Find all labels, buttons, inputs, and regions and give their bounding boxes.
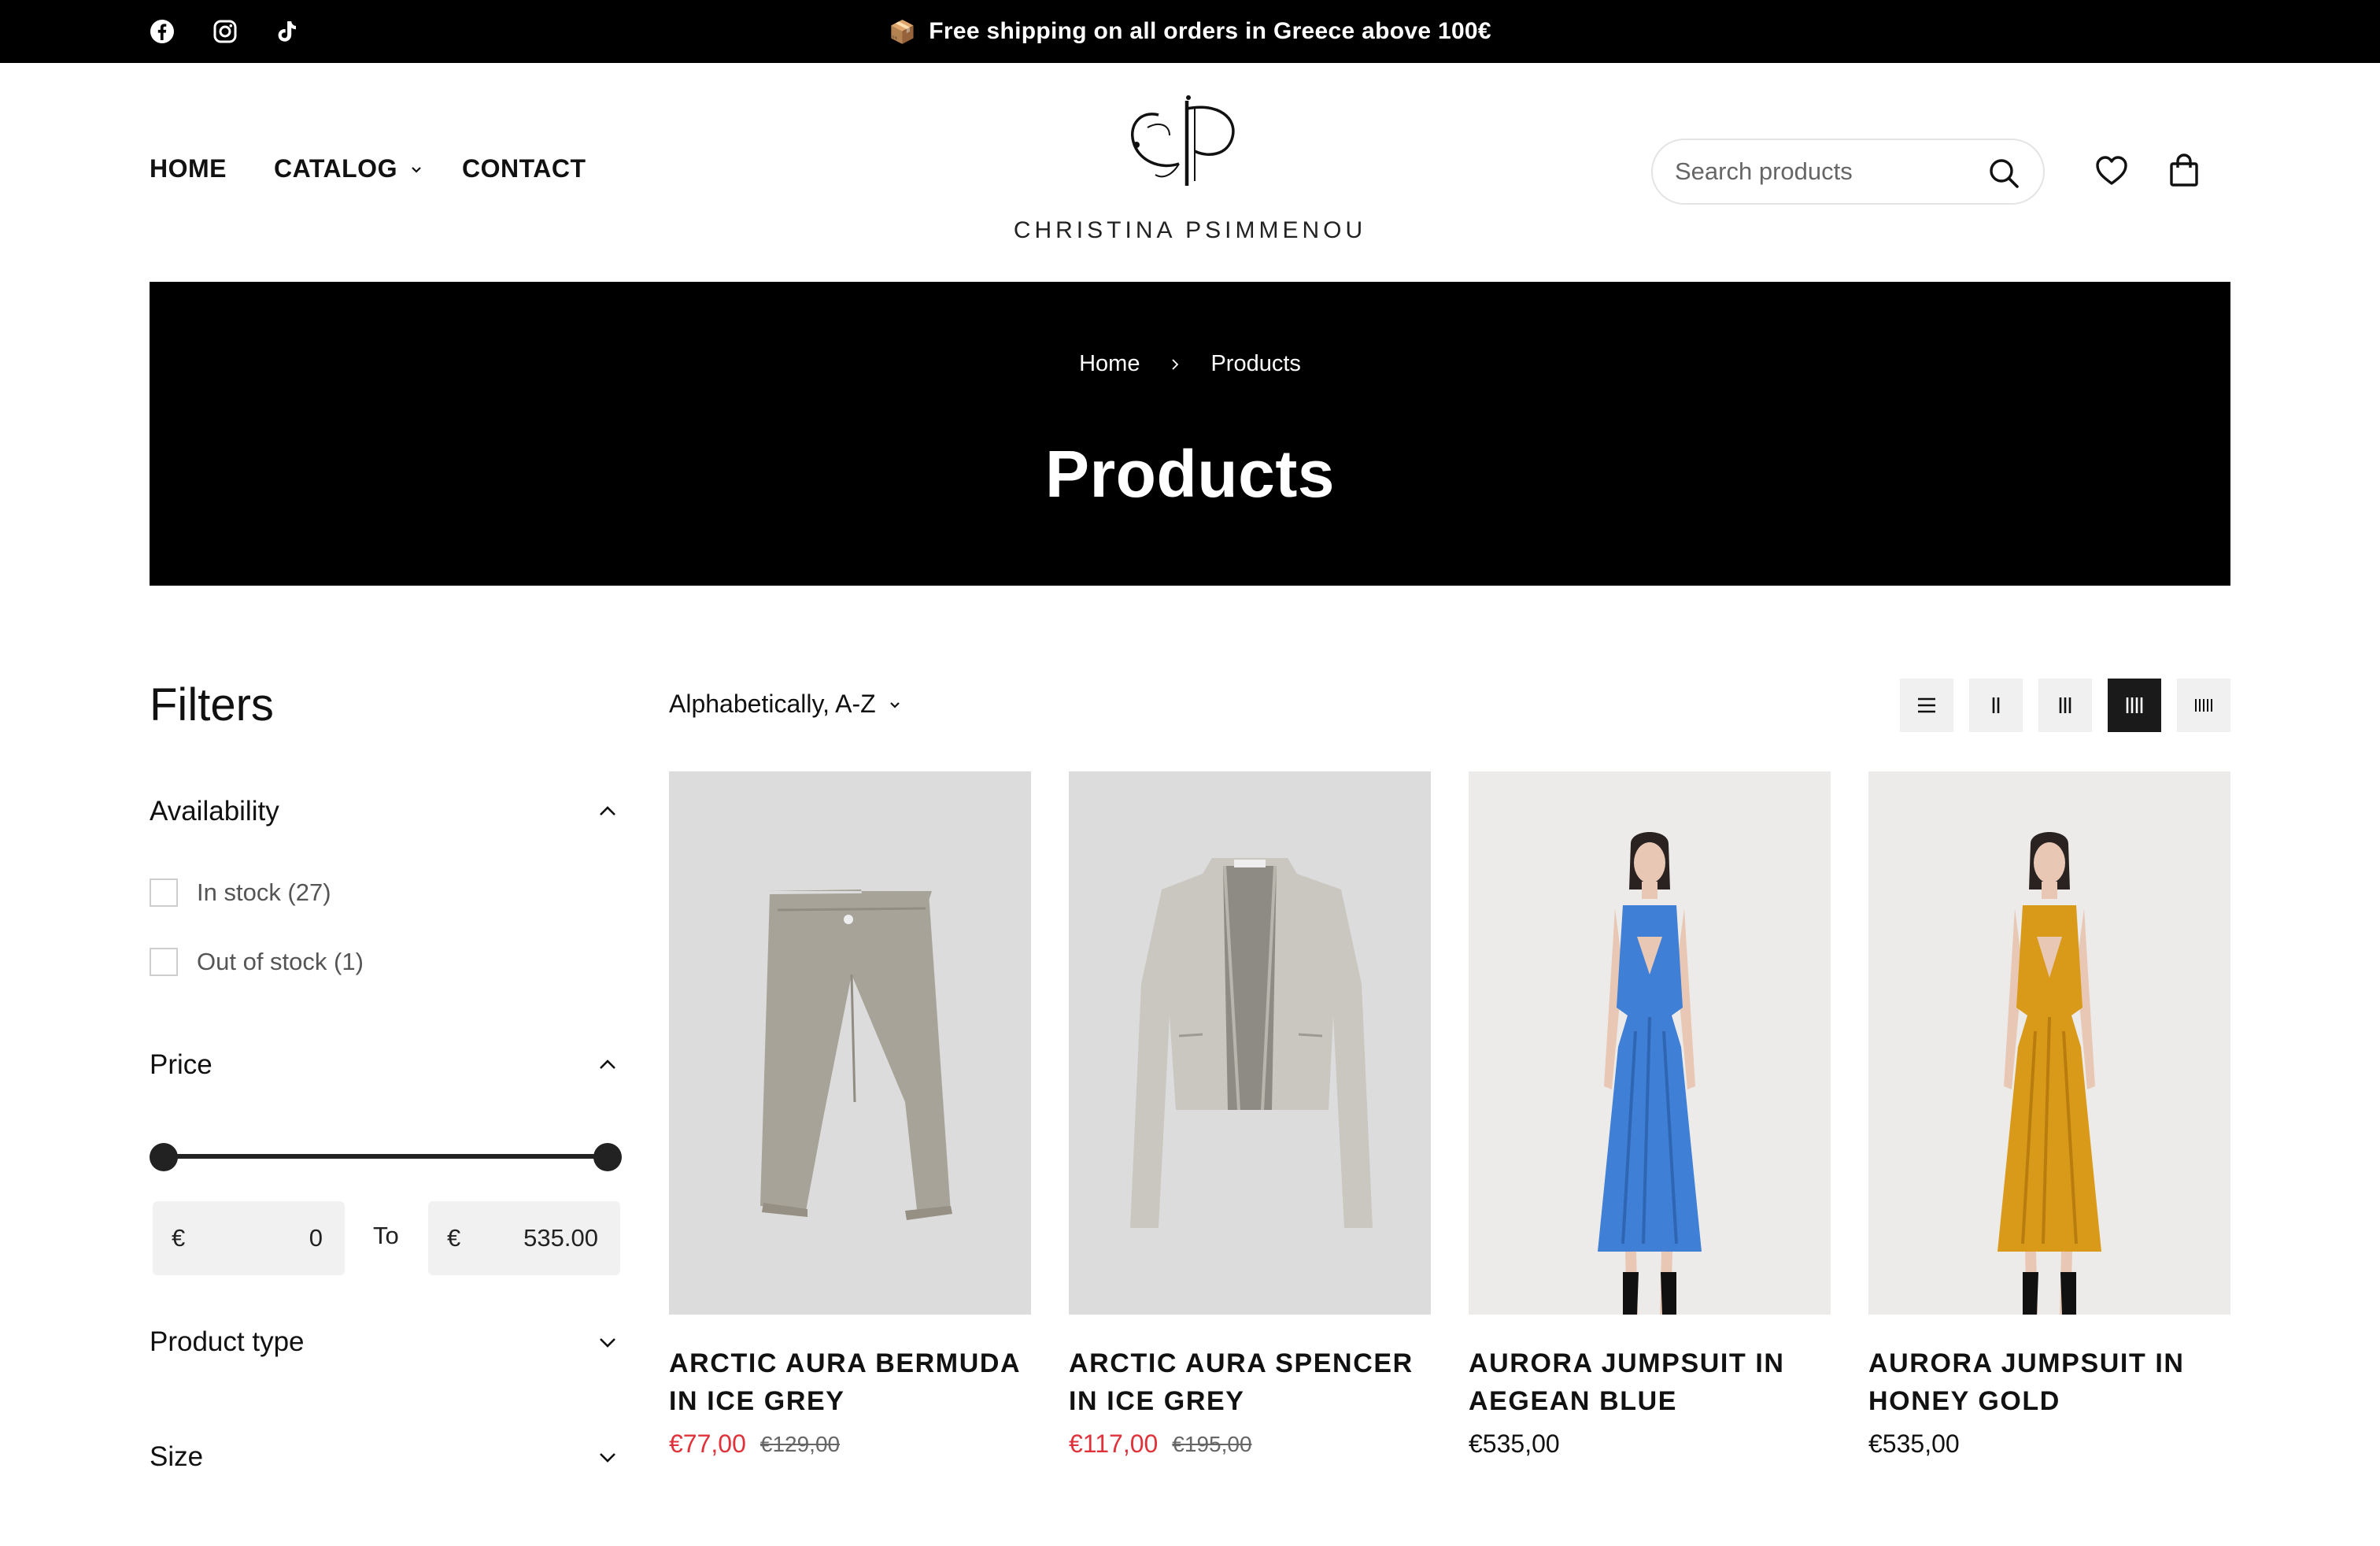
view-list-button[interactable] — [1900, 679, 1953, 732]
chevron-up-icon — [600, 1060, 615, 1069]
chevron-down-icon — [889, 701, 900, 708]
breadcrumb: Home Products — [150, 351, 2230, 377]
announcement-text: Free shipping on all orders in Greece ab… — [929, 18, 1491, 44]
wishlist-heart-icon[interactable] — [2094, 153, 2130, 189]
model-blue-dress-illustration — [1598, 832, 1702, 1315]
cart-bag-icon[interactable] — [2166, 153, 2202, 189]
grid-3-icon — [2059, 697, 2071, 713]
product-price: €117,00 €195,00 — [1069, 1429, 1431, 1459]
product-title[interactable]: ARCTIC AURA SPENCER IN ICE GREY — [1069, 1344, 1431, 1420]
brand-name: CHRISTINA PSIMMENOU — [1013, 217, 1367, 243]
price-max-input[interactable]: € 535.00 — [428, 1201, 620, 1275]
nav-home[interactable]: HOME — [150, 154, 227, 183]
grid-5-icon — [2195, 699, 2212, 712]
price-to-label: To — [373, 1222, 399, 1249]
currency-symbol: € — [172, 1224, 186, 1252]
grid-4-icon — [2126, 697, 2143, 713]
price-max-value: 535.00 — [523, 1224, 598, 1252]
product-image[interactable] — [1069, 771, 1431, 1315]
chevron-down-icon — [600, 1338, 615, 1348]
list-view-icon — [1918, 697, 1935, 713]
filter-out-of-stock-label: Out of stock (1) — [197, 948, 364, 975]
price-min-handle[interactable] — [150, 1143, 178, 1171]
filter-availability-label: Availability — [150, 796, 279, 827]
view-2-columns-button[interactable] — [1969, 679, 2023, 732]
sort-dropdown[interactable]: Alphabetically, A-Z — [669, 690, 903, 719]
model-gold-dress-illustration — [1998, 832, 2101, 1315]
search-bar — [1651, 139, 2045, 205]
filter-out-of-stock[interactable]: Out of stock (1) — [150, 948, 364, 976]
filter-size-label: Size — [150, 1441, 204, 1472]
filter-price-toggle[interactable]: Price — [150, 1045, 622, 1085]
checkbox[interactable] — [150, 878, 178, 907]
sort-selected: Alphabetically, A-Z — [669, 690, 876, 718]
filter-in-stock-label: In stock (27) — [197, 878, 331, 906]
product-card: AURORA JUMPSUIT IN AEGEAN BLUE €535,00 — [1469, 771, 1831, 1459]
package-icon: 📦 — [889, 19, 917, 44]
product-price: €77,00 €129,00 — [669, 1429, 1031, 1459]
chevron-down-icon — [412, 166, 421, 173]
sale-price: €77,00 — [669, 1429, 746, 1458]
view-3-columns-button[interactable] — [2038, 679, 2092, 732]
product-title[interactable]: AURORA JUMPSUIT IN AEGEAN BLUE — [1469, 1344, 1831, 1420]
compare-price: €195,00 — [1172, 1431, 1252, 1456]
nav-catalog[interactable]: CATALOG — [274, 154, 424, 183]
grid-2-icon — [1992, 697, 2000, 713]
announcement-bar: 📦 Free shipping on all orders in Greece … — [0, 0, 2380, 63]
product-title[interactable]: AURORA JUMPSUIT IN HONEY GOLD — [1868, 1344, 2230, 1420]
breadcrumb-current: Products — [1210, 351, 1301, 376]
checkbox[interactable] — [150, 948, 178, 976]
view-4-columns-button[interactable] — [2108, 679, 2161, 732]
filter-price-label: Price — [150, 1049, 213, 1080]
compare-price: €129,00 — [759, 1431, 841, 1456]
product-card: ARCTIC AURA BERMUDA IN ICE GREY €77,00 €… — [669, 771, 1031, 1459]
page-hero: Home Products Products — [150, 282, 2230, 586]
view-5-columns-button[interactable] — [2177, 679, 2230, 732]
product-price: €535,00 — [1868, 1429, 2230, 1459]
chevron-up-icon — [600, 806, 615, 816]
product-image[interactable] — [1868, 771, 2230, 1315]
chevron-down-icon — [600, 1453, 615, 1463]
filter-availability-toggle[interactable]: Availability — [150, 792, 622, 831]
price-range-track — [164, 1154, 608, 1159]
brand-logo[interactable]: CHRISTINA PSIMMENOU — [1001, 93, 1379, 250]
price-max-handle[interactable] — [593, 1143, 622, 1171]
filter-size-toggle[interactable]: Size — [150, 1437, 622, 1477]
product-price: €535,00 — [1469, 1429, 1831, 1459]
filter-product-type-toggle[interactable]: Product type — [150, 1322, 622, 1362]
product-card: AURORA JUMPSUIT IN HONEY GOLD €535,00 — [1868, 771, 2230, 1459]
breadcrumb-home[interactable]: Home — [1079, 351, 1140, 377]
announcement-text-wrap: 📦 Free shipping on all orders in Greece … — [0, 0, 2380, 63]
product-image[interactable] — [669, 771, 1031, 1315]
price-min-value: 0 — [309, 1224, 323, 1252]
bermuda-shorts-illustration — [760, 890, 952, 1220]
price-min-input[interactable]: € 0 — [153, 1201, 345, 1275]
cropped-jacket-illustration — [1130, 858, 1373, 1228]
filter-in-stock[interactable]: In stock (27) — [150, 878, 331, 907]
product-title[interactable]: ARCTIC AURA BERMUDA IN ICE GREY — [669, 1344, 1031, 1420]
regular-price: €535,00 — [1868, 1429, 1960, 1458]
search-input[interactable] — [1673, 151, 1972, 192]
product-card: ARCTIC AURA SPENCER IN ICE GREY €117,00 … — [1069, 771, 1431, 1459]
regular-price: €535,00 — [1469, 1429, 1560, 1458]
search-icon[interactable] — [1986, 156, 2021, 190]
product-image[interactable] — [1469, 771, 1831, 1315]
filters-title: Filters — [150, 679, 274, 730]
nav-catalog-label: CATALOG — [274, 154, 397, 183]
sale-price: €117,00 — [1069, 1429, 1159, 1458]
monogram-logo-icon — [1131, 95, 1235, 186]
filter-product-type-label: Product type — [150, 1326, 305, 1357]
chevron-right-icon — [1172, 358, 1179, 370]
page-title: Products — [1044, 437, 1336, 511]
nav-contact[interactable]: CONTACT — [462, 154, 586, 183]
currency-symbol: € — [447, 1224, 461, 1252]
